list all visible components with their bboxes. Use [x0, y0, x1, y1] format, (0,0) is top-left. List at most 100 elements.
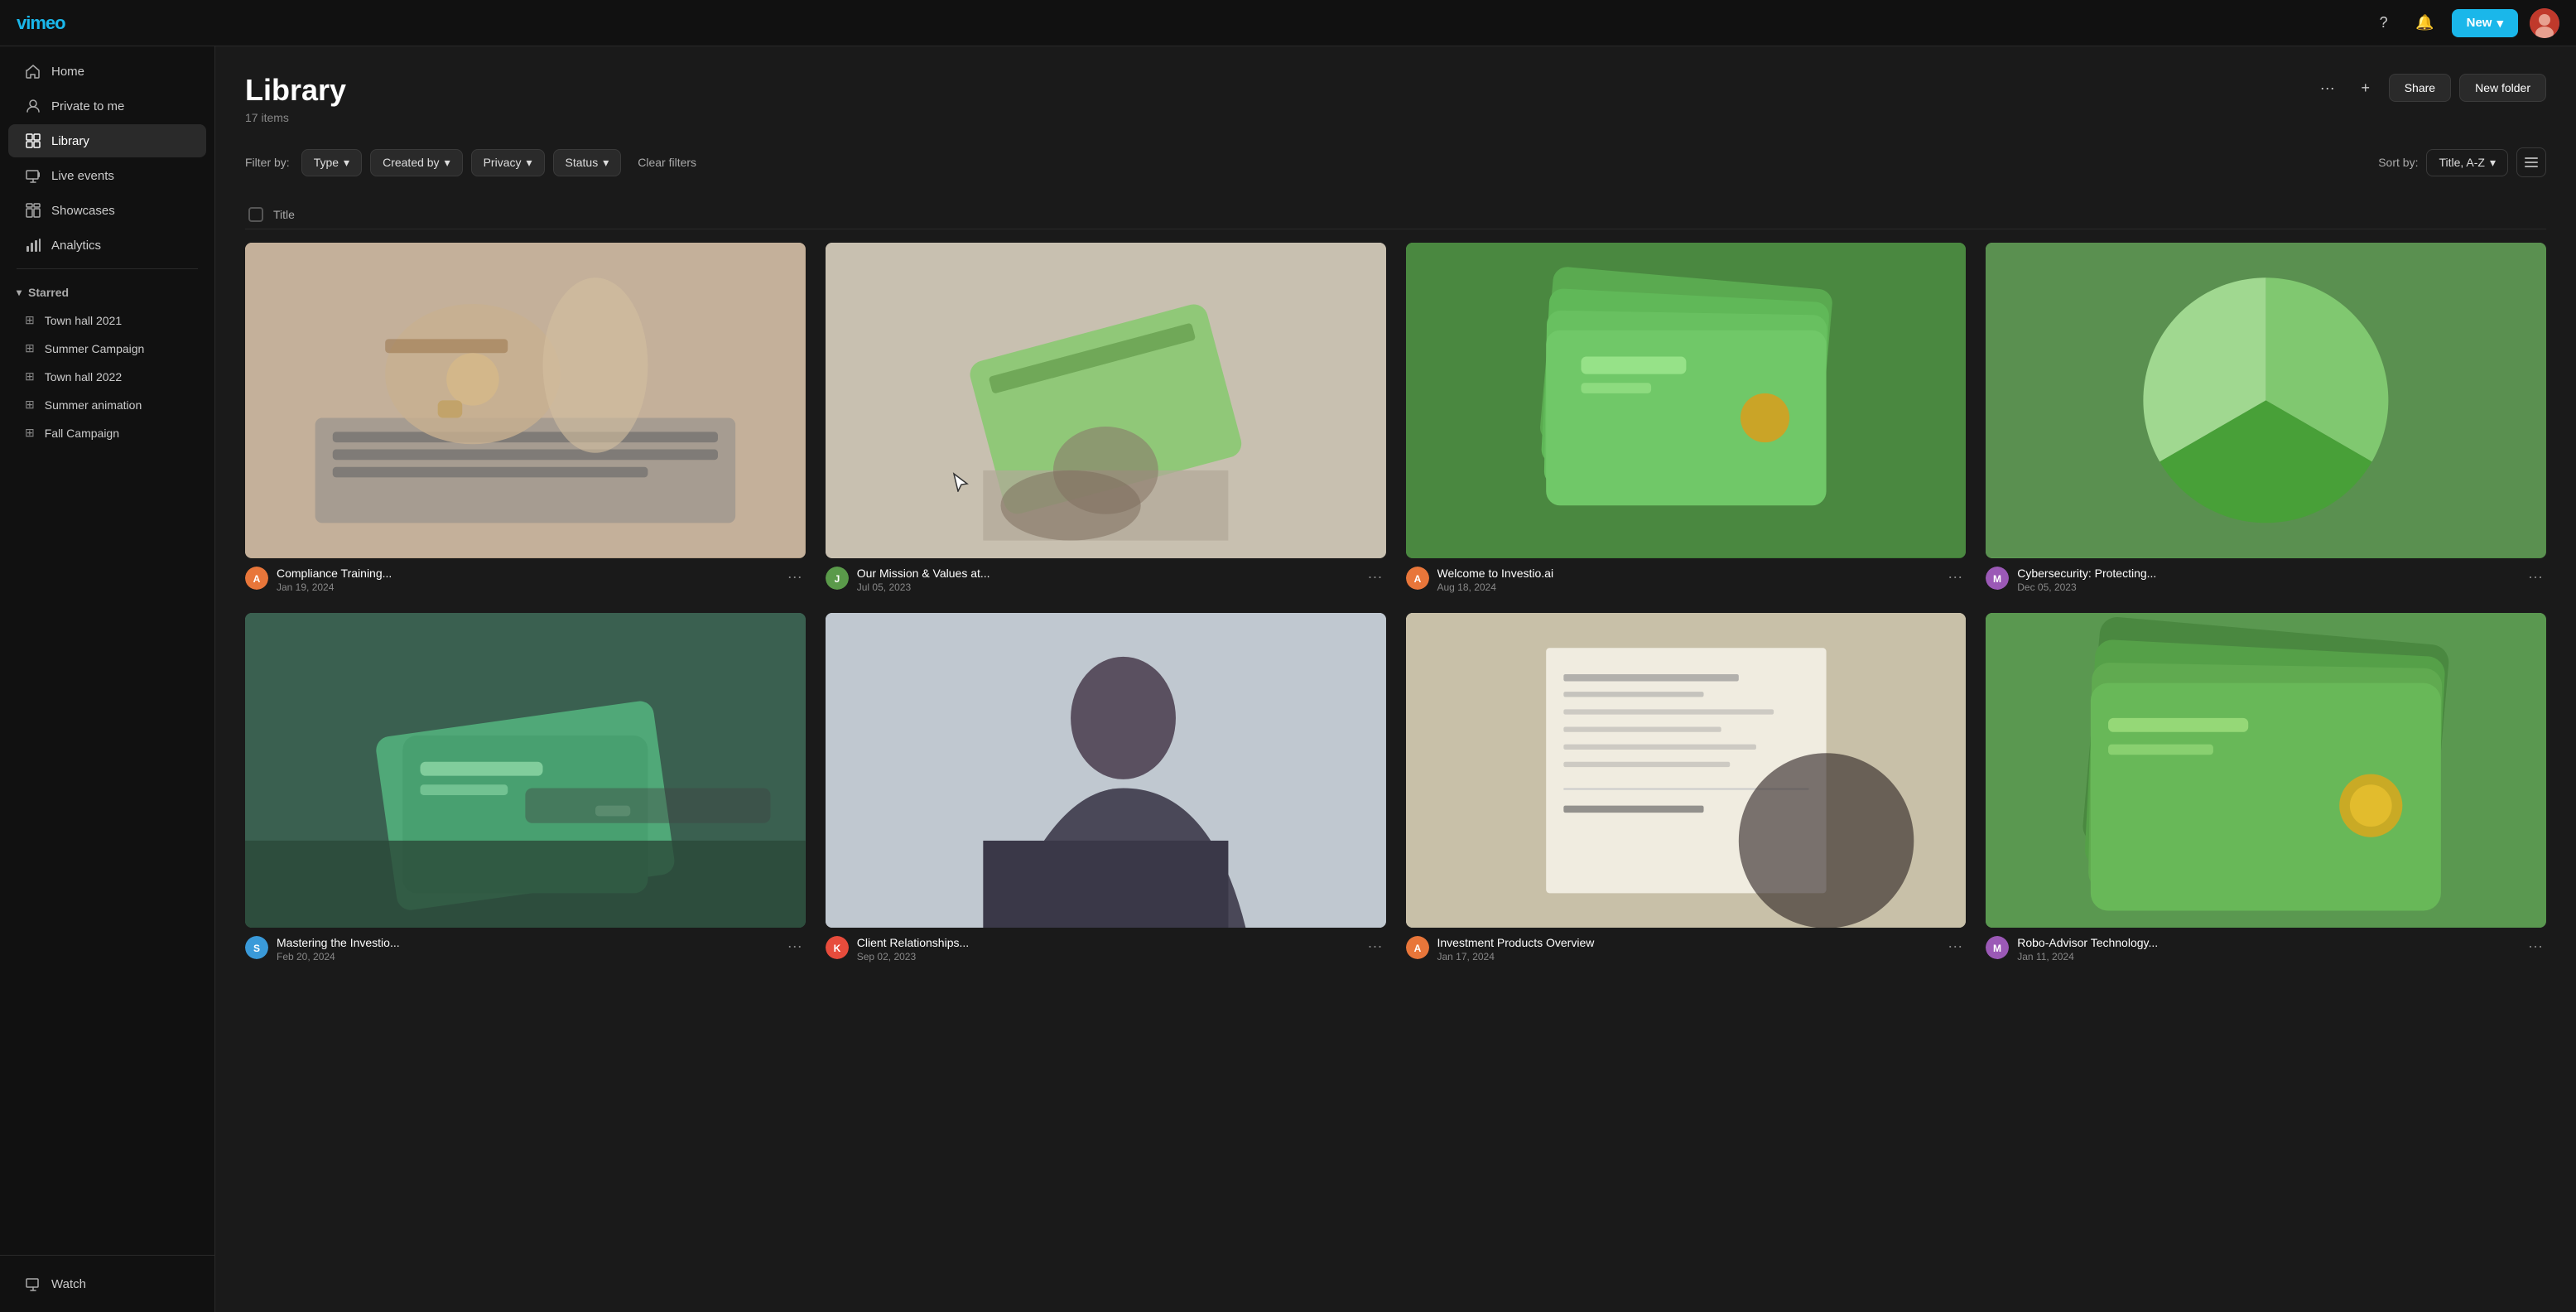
video-more-button[interactable]: ··· — [1365, 567, 1386, 587]
video-more-button[interactable]: ··· — [1944, 936, 1966, 957]
video-more-button[interactable]: ··· — [784, 936, 806, 957]
svg-text:A: A — [1413, 943, 1421, 954]
type-filter-button[interactable]: Type ▾ — [301, 149, 362, 176]
video-card[interactable]: A Investment Products Overview Jan 17, 2… — [1406, 613, 1967, 963]
video-card[interactable]: S Mastering the Investio... Feb 20, 2024… — [245, 613, 806, 963]
sidebar-item-watch[interactable]: Watch — [8, 1267, 206, 1300]
chevron-down-icon: ▾ — [527, 156, 532, 170]
privacy-filter-button[interactable]: Privacy ▾ — [471, 149, 545, 176]
topbar: vimeo ? 🔔 New ▾ — [0, 0, 2576, 46]
video-card[interactable]: M Cybersecurity: Protecting... Dec 05, 2… — [1986, 243, 2546, 593]
new-folder-button[interactable]: New folder — [2459, 74, 2546, 102]
video-avatar: S — [245, 936, 268, 959]
sidebar-item-label: Live events — [51, 169, 114, 183]
showcases-icon — [25, 202, 41, 219]
video-info: Robo-Advisor Technology... Jan 11, 2024 — [2017, 936, 2516, 962]
video-title: Our Mission & Values at... — [857, 567, 1356, 580]
created-by-filter-button[interactable]: Created by ▾ — [370, 149, 463, 176]
video-avatar: A — [1406, 936, 1429, 959]
chevron-down-icon: ▾ — [2490, 156, 2496, 170]
video-meta: K Client Relationships... Sep 02, 2023 ·… — [826, 936, 1386, 962]
video-date: Jan 11, 2024 — [2017, 951, 2516, 962]
video-card[interactable]: K Client Relationships... Sep 02, 2023 ·… — [826, 613, 1386, 963]
share-button[interactable]: Share — [2389, 74, 2451, 102]
live-events-icon — [25, 167, 41, 184]
svg-text:M: M — [1993, 943, 2001, 954]
video-date: Feb 20, 2024 — [277, 951, 776, 962]
video-card[interactable]: A Welcome to Investio.ai Aug 18, 2024 ··… — [1406, 243, 1967, 593]
video-info: Mastering the Investio... Feb 20, 2024 — [277, 936, 776, 962]
sidebar-item-analytics[interactable]: Analytics — [8, 229, 206, 262]
video-thumbnail — [245, 613, 806, 929]
page-title: Library — [245, 73, 346, 108]
video-title: Compliance Training... — [277, 567, 776, 580]
video-more-button[interactable]: ··· — [2525, 936, 2546, 957]
video-more-button[interactable]: ··· — [1944, 567, 1966, 587]
video-title: Client Relationships... — [857, 936, 1356, 949]
starred-label: Starred — [28, 286, 69, 299]
video-meta: A Compliance Training... Jan 19, 2024 ··… — [245, 567, 806, 593]
page-subtitle: 17 items — [245, 111, 346, 124]
sidebar-item-home[interactable]: Home — [8, 55, 206, 88]
video-more-button[interactable]: ··· — [1365, 936, 1386, 957]
add-button[interactable]: + — [2351, 73, 2381, 103]
video-grid: A Compliance Training... Jan 19, 2024 ··… — [245, 243, 2546, 962]
video-info: Client Relationships... Sep 02, 2023 — [857, 936, 1356, 962]
video-info: Compliance Training... Jan 19, 2024 — [277, 567, 776, 593]
svg-text:A: A — [253, 573, 261, 585]
chevron-down-icon: ▾ — [603, 156, 609, 170]
video-avatar: J — [826, 567, 849, 590]
person-icon — [25, 98, 41, 114]
video-meta: A Welcome to Investio.ai Aug 18, 2024 ··… — [1406, 567, 1967, 593]
video-meta: M Cybersecurity: Protecting... Dec 05, 2… — [1986, 567, 2546, 593]
status-filter-button[interactable]: Status ▾ — [553, 149, 622, 176]
more-options-button[interactable]: ··· — [2313, 73, 2342, 103]
page-title-section: Library 17 items — [245, 73, 346, 124]
video-more-button[interactable]: ··· — [2525, 567, 2546, 587]
sort-by-label: Sort by: — [2378, 156, 2418, 169]
svg-text:A: A — [1413, 573, 1421, 585]
notifications-button[interactable]: 🔔 — [2410, 8, 2440, 38]
table-header: Title — [245, 200, 2546, 229]
video-card[interactable]: J Our Mission & Values at... Jul 05, 202… — [826, 243, 1386, 593]
help-button[interactable]: ? — [2369, 8, 2399, 38]
video-thumbnail — [826, 613, 1386, 929]
video-avatar: A — [1406, 567, 1429, 590]
starred-item-summer-campaign[interactable]: ⊞ Summer Campaign — [8, 335, 206, 362]
new-button[interactable]: New ▾ — [2452, 9, 2518, 37]
folder-icon: ⊞ — [25, 341, 35, 355]
sidebar-item-private[interactable]: Private to me — [8, 89, 206, 123]
starred-item-town-hall-2021[interactable]: ⊞ Town hall 2021 — [8, 306, 206, 334]
video-card[interactable]: M Robo-Advisor Technology... Jan 11, 202… — [1986, 613, 2546, 963]
starred-item-summer-animation[interactable]: ⊞ Summer animation — [8, 391, 206, 418]
video-date: Jul 05, 2023 — [857, 581, 1356, 593]
video-meta: A Investment Products Overview Jan 17, 2… — [1406, 936, 1967, 962]
video-title: Welcome to Investio.ai — [1437, 567, 1937, 580]
avatar[interactable] — [2530, 8, 2559, 38]
clear-filters-button[interactable]: Clear filters — [629, 150, 705, 175]
sidebar-item-live-events[interactable]: Live events — [8, 159, 206, 192]
video-info: Investment Products Overview Jan 17, 202… — [1437, 936, 1937, 962]
starred-header[interactable]: ▾ Starred — [0, 279, 214, 306]
starred-item-town-hall-2022[interactable]: ⊞ Town hall 2022 — [8, 363, 206, 390]
sort-button[interactable]: Title, A-Z ▾ — [2426, 149, 2508, 176]
starred-item-label: Town hall 2021 — [45, 314, 122, 327]
video-card[interactable]: A Compliance Training... Jan 19, 2024 ··… — [245, 243, 806, 593]
video-thumbnail — [1406, 243, 1967, 558]
list-view-button[interactable] — [2516, 147, 2546, 177]
select-all-checkbox[interactable] — [248, 207, 263, 222]
sidebar: Home Private to me Library — [0, 46, 215, 1312]
filter-bar: Filter by: Type ▾ Created by ▾ Privacy ▾… — [245, 147, 2546, 177]
filter-by-label: Filter by: — [245, 156, 290, 169]
video-title: Cybersecurity: Protecting... — [2017, 567, 2516, 580]
analytics-icon — [25, 237, 41, 253]
starred-item-label: Summer animation — [45, 398, 142, 412]
video-date: Jan 17, 2024 — [1437, 951, 1937, 962]
sidebar-item-showcases[interactable]: Showcases — [8, 194, 206, 227]
video-more-button[interactable]: ··· — [784, 567, 806, 587]
video-date: Jan 19, 2024 — [277, 581, 776, 593]
starred-section: ▾ Starred ⊞ Town hall 2021 ⊞ Summer Camp… — [0, 276, 214, 451]
starred-item-fall-campaign[interactable]: ⊞ Fall Campaign — [8, 419, 206, 446]
chevron-down-icon: ▾ — [17, 287, 22, 298]
sidebar-item-library[interactable]: Library — [8, 124, 206, 157]
